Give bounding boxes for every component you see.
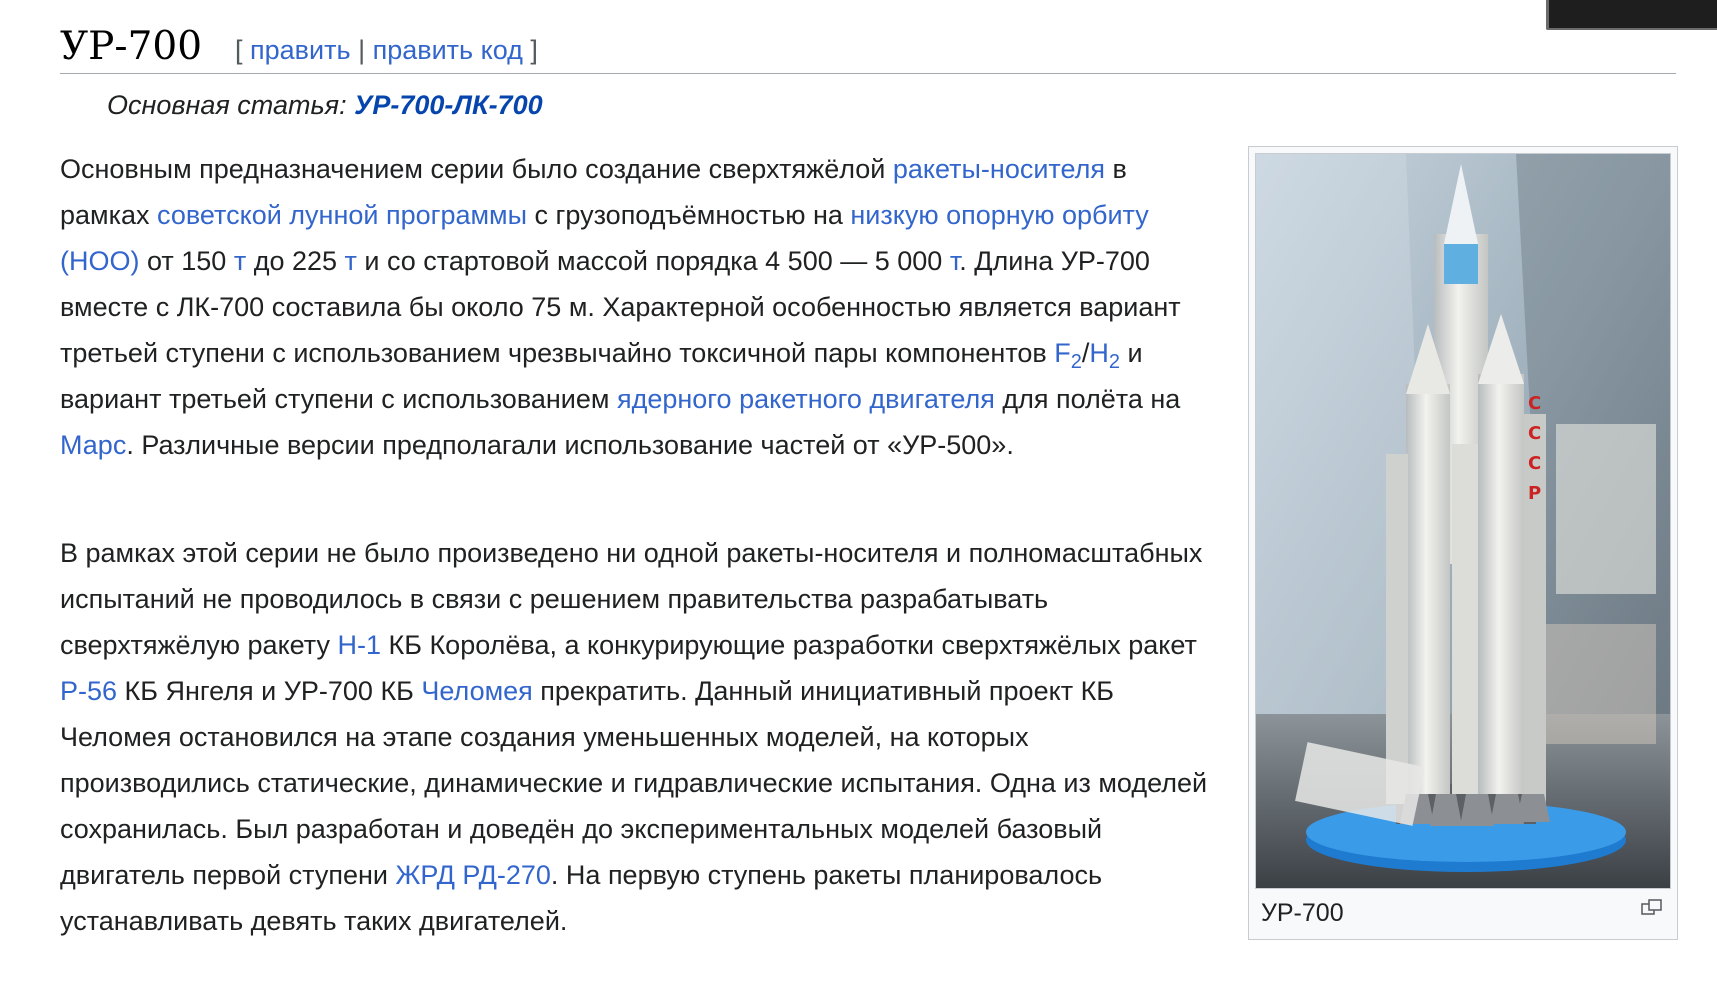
link-soviet-lunar-program[interactable]: советской лунной программы (157, 200, 527, 230)
text: КБ Королёва, а конкурирующие разработки … (381, 630, 1197, 660)
link-launch-vehicle[interactable]: ракеты-носителя (893, 154, 1105, 184)
text: Основным предназначением серии было созд… (60, 154, 893, 184)
text: и со стартовой массой порядка 4 500 — 5 … (356, 246, 950, 276)
link-r56[interactable]: Р-56 (60, 676, 117, 706)
hatnote: Основная статья: УР-700-ЛК-700 (107, 90, 543, 121)
magnify-clip-icon[interactable] (1641, 899, 1663, 917)
text: . Различные версии предполагали использо… (126, 430, 1014, 460)
link-text: H (1089, 338, 1109, 368)
link-mars[interactable]: Марс (60, 430, 126, 460)
section-title: УР-700 (60, 24, 203, 69)
text: КБ Янгеля и УР-700 КБ (117, 676, 422, 706)
link-chelomey[interactable]: Челомея (421, 676, 532, 706)
paragraph-history: В рамках этой серии не было произведено … (60, 530, 1220, 944)
edit-bracket-open: [ (235, 35, 243, 65)
text: с грузоподъёмностью на (527, 200, 851, 230)
svg-text:Р: Р (1528, 483, 1541, 504)
text: для полёта на (994, 384, 1181, 414)
main-article-link[interactable]: УР-700-ЛК-700 (354, 90, 543, 120)
hatnote-prefix: Основная статья: (107, 90, 355, 120)
link-nuclear-engine[interactable]: ядерного ракетного двигателя (617, 384, 995, 414)
text: от 150 (139, 246, 234, 276)
text: прекратить. Данный инициативный проект К… (60, 676, 1208, 890)
rocket-model-photo: С С С Р (1256, 154, 1670, 888)
subscript: 2 (1108, 351, 1121, 373)
paragraph-purpose: Основным предназначением серии было созд… (60, 146, 1220, 468)
edit-separator: | (358, 35, 366, 65)
link-fluorine[interactable]: F2 (1054, 338, 1082, 372)
link-tonne[interactable]: т (345, 246, 357, 276)
edit-section-links: [ править | править код ] (235, 35, 538, 66)
svg-text:С: С (1528, 453, 1541, 474)
link-tonne[interactable]: т (950, 246, 959, 276)
subscript: 2 (1070, 351, 1082, 373)
section-heading: УР-700 [ править | править код ] (60, 20, 1676, 74)
link-n1[interactable]: Н-1 (337, 630, 381, 660)
svg-text:С: С (1528, 393, 1541, 414)
thumbnail-caption: УР-700 (1261, 899, 1344, 927)
edit-link[interactable]: править (250, 35, 351, 65)
edit-code-link[interactable]: править код (373, 35, 523, 65)
link-tonne[interactable]: т (234, 246, 246, 276)
link-hydrogen[interactable]: H2 (1089, 338, 1120, 372)
link-rd270[interactable]: ЖРД РД-270 (395, 860, 550, 890)
link-text: F (1054, 338, 1071, 368)
edit-bracket-close: ] (530, 35, 538, 65)
rocket-model-image[interactable]: С С С Р (1255, 153, 1671, 889)
thumbnail-figure: С С С Р УР-700 (1248, 146, 1678, 940)
svg-text:С: С (1528, 423, 1541, 444)
text: до 225 (246, 246, 345, 276)
